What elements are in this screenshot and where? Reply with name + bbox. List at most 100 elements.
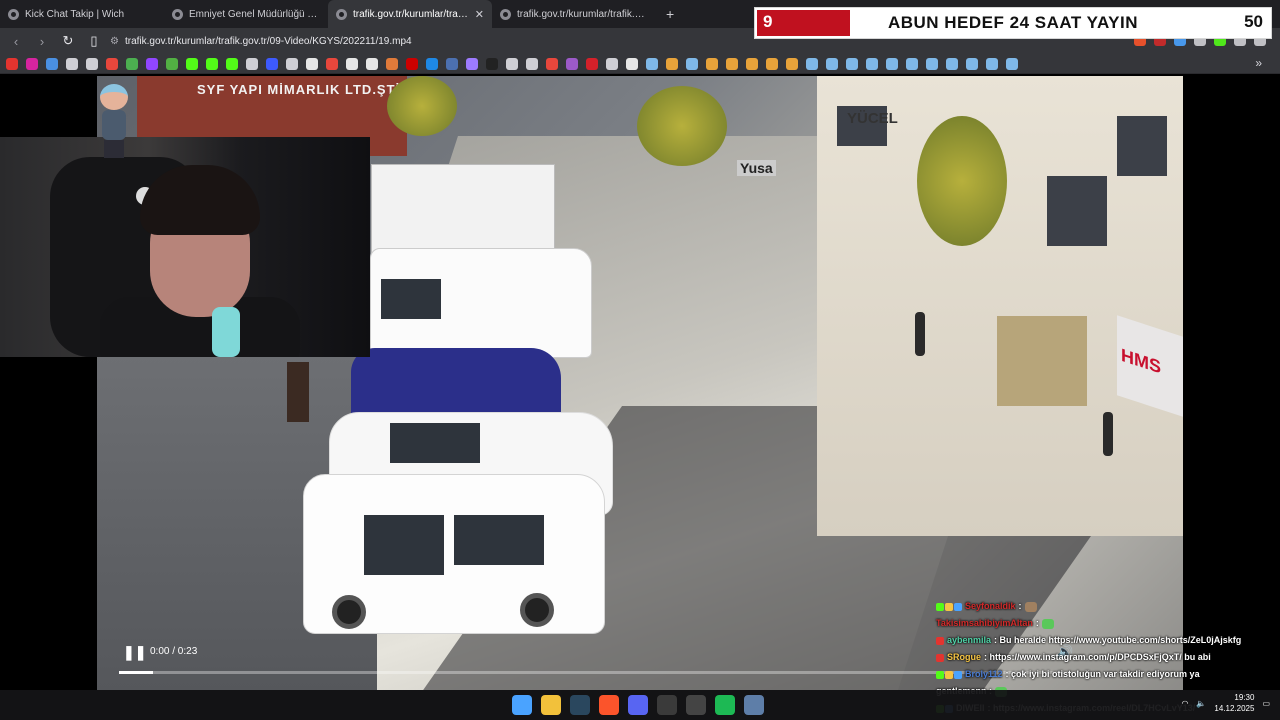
wifi-icon[interactable]: ◠ xyxy=(1181,699,1188,708)
obs-icon[interactable] xyxy=(657,695,677,715)
bookmark-icon[interactable] xyxy=(346,57,358,70)
bookmark-icon[interactable] xyxy=(66,57,78,70)
badge-icon xyxy=(954,670,962,679)
forward-button[interactable]: › xyxy=(32,34,52,49)
bookmark-icon[interactable] xyxy=(426,57,438,70)
bookmark-icon[interactable] xyxy=(486,57,498,70)
bookmark-icon[interactable] xyxy=(846,57,858,70)
bookmark-icon[interactable] xyxy=(1006,57,1018,70)
bookmark-icon[interactable] xyxy=(446,57,458,70)
back-button[interactable]: ‹ xyxy=(6,34,26,49)
bookmark-icon[interactable] xyxy=(666,57,678,70)
tab-close-icon[interactable]: ✕ xyxy=(475,8,484,21)
site-info-icon[interactable]: ⚙ xyxy=(110,36,119,47)
notifications-icon[interactable]: ▭ xyxy=(1262,699,1270,708)
tab-trafik-09[interactable]: trafik.gov.tr/kurumlar/trafik.gov.tr/09 xyxy=(492,0,656,28)
bookmark-icon[interactable] xyxy=(26,57,38,70)
speaker-icon[interactable]: 🔈 xyxy=(1196,699,1206,708)
url-text: trafik.gov.tr/kurumlar/trafik.gov.tr/09-… xyxy=(124,35,412,47)
steam-icon[interactable] xyxy=(570,695,590,715)
tab-trafik-active[interactable]: trafik.gov.tr/kurumlar/trafik.gov.tr ✕ xyxy=(328,0,492,28)
bookmark-icon[interactable] xyxy=(146,57,158,70)
bookmark-icon[interactable] xyxy=(746,57,758,70)
bookmark-icon[interactable] xyxy=(166,57,178,70)
bookmark-icon[interactable] xyxy=(606,57,618,70)
bench xyxy=(287,362,309,422)
reload-icon[interactable]: ↻ xyxy=(58,33,78,49)
chat-text: : çok iyi bi otistoluğun var takdir ediy… xyxy=(1005,669,1200,679)
bookmark-icon[interactable] xyxy=(686,57,698,70)
taskbar-apps xyxy=(512,695,764,715)
bookmark-icon[interactable] xyxy=(726,57,738,70)
bookmark-icon[interactable] xyxy=(946,57,958,70)
spotify-icon[interactable] xyxy=(715,695,735,715)
bookmark-icon[interactable] xyxy=(406,57,418,70)
chat-username[interactable]: aybenmila xyxy=(947,632,991,649)
bookmark-icon[interactable] xyxy=(766,57,778,70)
seek-bar[interactable] xyxy=(119,671,1079,674)
bookmark-icon[interactable] xyxy=(126,57,138,70)
bookmark-icon[interactable] xyxy=(366,57,378,70)
chat-username[interactable]: Broly112 xyxy=(965,666,1003,683)
bookmark-icon[interactable] xyxy=(286,57,298,70)
more-bookmarks-icon[interactable]: » xyxy=(1255,56,1262,70)
bookmark-icon[interactable] xyxy=(506,57,518,70)
van-window xyxy=(454,515,544,565)
clock[interactable]: 19:30 14.12.2025 xyxy=(1214,692,1254,714)
bookmark-icon[interactable] xyxy=(786,57,798,70)
app-icon[interactable] xyxy=(686,695,706,715)
webcam-overlay xyxy=(0,137,370,357)
chat-message: Seyfonaldik : xyxy=(936,598,1276,615)
pause-icon[interactable]: ❚❚ xyxy=(123,644,146,661)
bookmark-icon[interactable]: ▯ xyxy=(84,33,104,49)
van-window xyxy=(381,279,441,319)
tab-kick-chat[interactable]: Kick Chat Takip | Wich xyxy=(0,0,164,28)
clock-date: 14.12.2025 xyxy=(1214,704,1255,713)
mascot-torso xyxy=(102,110,126,140)
bookmark-icon[interactable] xyxy=(266,57,278,70)
tab-emniyet[interactable]: Emniyet Genel Müdürlüğü Trafik Başk xyxy=(164,0,328,28)
bookmark-icon[interactable] xyxy=(566,57,578,70)
url-field[interactable]: ⚙ trafik.gov.tr/kurumlar/trafik.gov.tr/0… xyxy=(110,36,412,47)
shop-window xyxy=(997,316,1087,406)
bookmark-icon[interactable] xyxy=(886,57,898,70)
bookmark-icon[interactable] xyxy=(586,57,598,70)
bookmark-icon[interactable] xyxy=(206,57,218,70)
bookmark-icon[interactable] xyxy=(706,57,718,70)
new-tab-button[interactable]: + xyxy=(656,6,684,22)
bookmark-icon[interactable] xyxy=(826,57,838,70)
bookmark-icon[interactable] xyxy=(906,57,918,70)
bookmark-icon[interactable] xyxy=(6,57,18,70)
bookmark-icon[interactable] xyxy=(866,57,878,70)
bookmark-icon[interactable] xyxy=(646,57,658,70)
bookmark-icon[interactable] xyxy=(86,57,98,70)
badge-icon xyxy=(936,670,944,679)
discord-icon[interactable] xyxy=(628,695,648,715)
bookmark-icon[interactable] xyxy=(526,57,538,70)
bookmark-icon[interactable] xyxy=(186,57,198,70)
bookmark-icon[interactable] xyxy=(466,57,478,70)
bookmark-icon[interactable] xyxy=(326,57,338,70)
bookmark-icon[interactable] xyxy=(986,57,998,70)
windows-start-icon[interactable] xyxy=(512,695,532,715)
bookmark-icon[interactable] xyxy=(386,57,398,70)
bookmark-icon[interactable] xyxy=(806,57,818,70)
bookmark-icon[interactable] xyxy=(106,57,118,70)
brave-icon[interactable] xyxy=(599,695,619,715)
bookmark-icon[interactable] xyxy=(626,57,638,70)
bookmark-icon[interactable] xyxy=(546,57,558,70)
file-explorer-icon[interactable] xyxy=(541,695,561,715)
screen: Kick Chat Takip | Wich Emniyet Genel Müd… xyxy=(0,0,1280,720)
bookmark-icon[interactable] xyxy=(246,57,258,70)
bookmark-icon[interactable] xyxy=(306,57,318,70)
bookmark-icon[interactable] xyxy=(226,57,238,70)
bookmark-icon[interactable] xyxy=(966,57,978,70)
settings-icon[interactable] xyxy=(744,695,764,715)
badge-icon xyxy=(936,653,944,662)
bookmark-icon[interactable] xyxy=(46,57,58,70)
mascot-character xyxy=(96,84,132,160)
chat-username[interactable]: Seyfonaldik xyxy=(965,598,1016,615)
chat-username[interactable]: TakisimsahibiyimAltan xyxy=(936,615,1033,632)
bookmark-icon[interactable] xyxy=(926,57,938,70)
chat-username[interactable]: SRogue xyxy=(947,649,981,666)
